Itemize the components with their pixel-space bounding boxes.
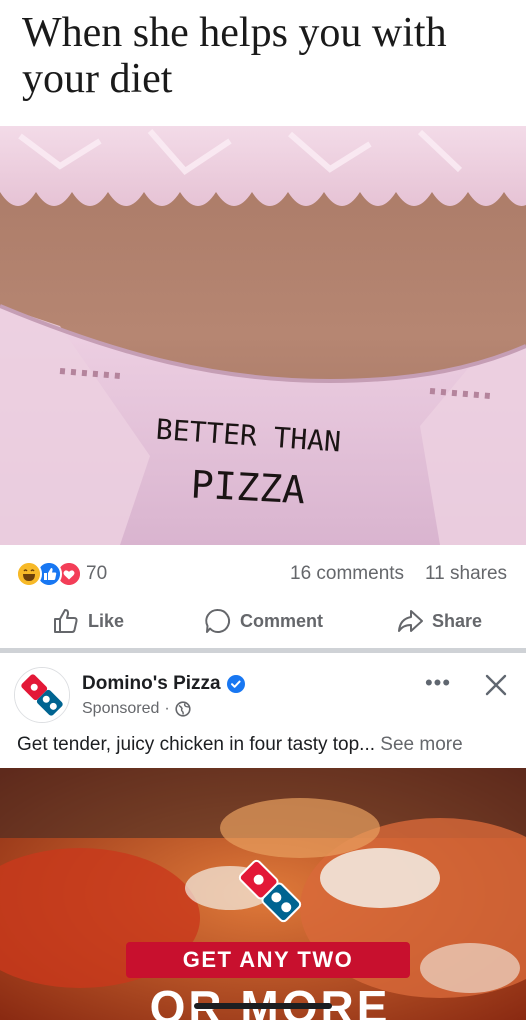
advertiser-name[interactable]: Domino's Pizza xyxy=(82,673,221,695)
ad-body-text: Get tender, juicy chicken in four tasty … xyxy=(17,734,517,756)
haha-reaction-icon xyxy=(16,561,42,587)
ad-header: Domino's Pizza Sponsored · ••• xyxy=(0,653,526,723)
verified-badge-icon xyxy=(226,675,245,693)
globe-icon xyxy=(175,701,191,717)
like-label: Like xyxy=(88,610,125,631)
post-action-bar: Like Comment Share xyxy=(0,598,526,644)
ad-sub-row: Sponsored · xyxy=(82,700,191,718)
comments-count[interactable]: 16 comments xyxy=(290,563,404,585)
meme-post: When she helps you with your diet BETTER… xyxy=(0,0,526,545)
more-dots-icon: ••• xyxy=(424,670,452,695)
share-arrow-icon xyxy=(398,610,423,632)
ad-copy: Get tender, juicy chicken in four tasty … xyxy=(17,734,376,755)
share-button[interactable]: Share xyxy=(396,606,482,636)
handwritten-line2: PIZZA xyxy=(190,462,307,512)
thumbs-up-icon xyxy=(54,609,78,633)
sponsored-label[interactable]: Sponsored xyxy=(82,700,159,718)
ad-name-row: Domino's Pizza xyxy=(82,673,245,695)
comment-label: Comment xyxy=(240,610,324,631)
ad-image[interactable]: GET ANY TWO OR MORE xyxy=(0,768,526,1020)
ad-banner-line1: GET ANY TWO xyxy=(126,942,410,978)
dominos-avatar[interactable] xyxy=(14,667,70,723)
meme-caption: When she helps you with your diet xyxy=(0,0,526,126)
shares-count[interactable]: 11 shares xyxy=(425,563,507,585)
separator-dot: · xyxy=(164,700,170,717)
like-button[interactable]: Like xyxy=(52,606,124,636)
see-more-link[interactable]: See more xyxy=(380,734,462,755)
reaction-icons[interactable] xyxy=(16,561,86,587)
close-ad-button[interactable] xyxy=(480,669,512,701)
meme-photo[interactable]: BETTER THAN PIZZA xyxy=(0,126,526,545)
more-options-button[interactable]: ••• xyxy=(424,670,452,695)
reaction-count[interactable]: 70 xyxy=(86,563,107,585)
dominos-logo-icon xyxy=(15,668,69,722)
post-stats: 70 16 comments 11 shares xyxy=(0,555,526,591)
ad-banner-line2: OR MORE xyxy=(149,981,391,1020)
close-icon xyxy=(485,674,507,696)
share-label: Share xyxy=(432,610,483,631)
comment-bubble-icon xyxy=(205,608,231,633)
home-indicator[interactable] xyxy=(194,1003,332,1009)
comment-button[interactable]: Comment xyxy=(204,606,323,636)
